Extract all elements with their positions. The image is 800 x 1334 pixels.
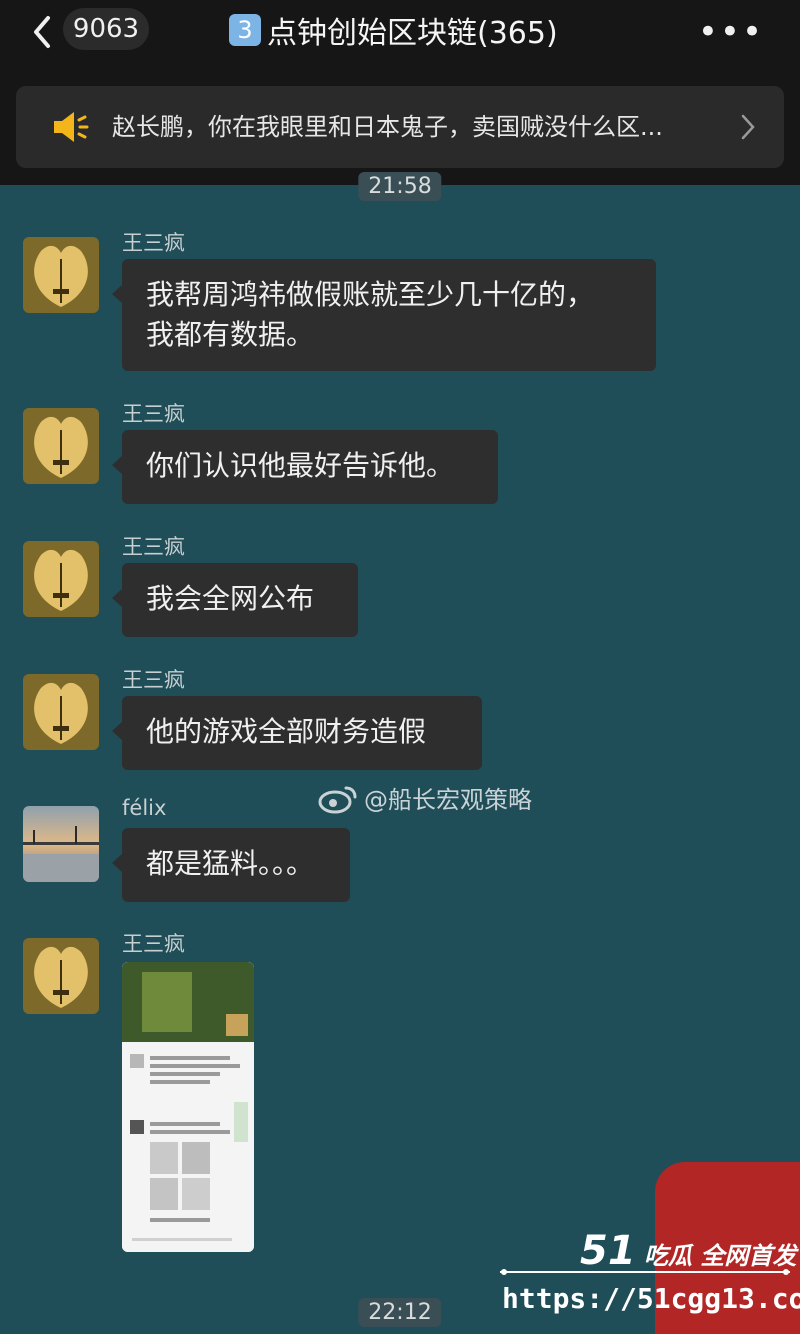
group-notice-banner[interactable]: 赵长鹏，你在我眼里和日本鬼子，卖国贼没什么区... xyxy=(16,86,784,168)
timestamp: 22:12 xyxy=(358,1298,442,1327)
speaker-icon xyxy=(54,112,89,142)
message-bubble[interactable]: 我会全网公布 xyxy=(112,563,358,637)
avatar[interactable] xyxy=(23,237,99,313)
notice-text: 赵长鹏，你在我眼里和日本鬼子，卖国贼没什么区... xyxy=(112,113,663,141)
group-number-badge: 3 xyxy=(229,14,261,46)
more-options-button[interactable]: ••• xyxy=(698,12,764,52)
chat-title: 3 点钟创始区块链(365) xyxy=(229,8,558,52)
unread-count-badge[interactable]: 9063 xyxy=(63,8,149,50)
sender-name: 王三疯 xyxy=(122,668,185,692)
avatar[interactable] xyxy=(23,806,99,882)
message-bubble[interactable]: 他的游戏全部财务造假 xyxy=(112,696,482,770)
site-watermark-slogan: 吃瓜 全网首发 xyxy=(644,1242,797,1270)
back-arrow-icon[interactable] xyxy=(28,12,58,52)
sender-name: 王三疯 xyxy=(122,231,185,255)
image-message-thumbnail[interactable] xyxy=(122,962,254,1252)
sender-name: 王三疯 xyxy=(122,402,185,426)
message-bubble[interactable]: 都是猛料。。。 xyxy=(112,828,350,902)
weibo-icon xyxy=(318,786,357,813)
watermark-line-graphic xyxy=(500,1269,790,1275)
top-bar: 9063 3 点钟创始区块链(365) ••• 赵长鹏，你在我眼里和日本鬼子，卖… xyxy=(0,0,800,185)
weibo-watermark: @船长宏观策略 xyxy=(318,780,532,815)
chat-title-text: 点钟创始区块链(365) xyxy=(267,16,558,51)
sender-name: 王三疯 xyxy=(122,932,185,956)
weibo-watermark-text: @船长宏观策略 xyxy=(364,786,532,814)
avatar[interactable] xyxy=(23,674,99,750)
chevron-right-icon xyxy=(741,114,755,140)
avatar[interactable] xyxy=(23,541,99,617)
sender-name: 王三疯 xyxy=(122,535,185,559)
avatar[interactable] xyxy=(23,408,99,484)
timestamp: 21:58 xyxy=(358,172,442,201)
avatar[interactable] xyxy=(23,938,99,1014)
sender-name: félix xyxy=(122,796,167,820)
message-bubble[interactable]: 我帮周鸿祎做假账就至少几十亿的， 我都有数据。 xyxy=(112,259,656,371)
site-watermark-url: https://51cgg13.com xyxy=(502,1282,800,1315)
message-bubble[interactable]: 你们认识他最好告诉他。 xyxy=(112,430,498,504)
